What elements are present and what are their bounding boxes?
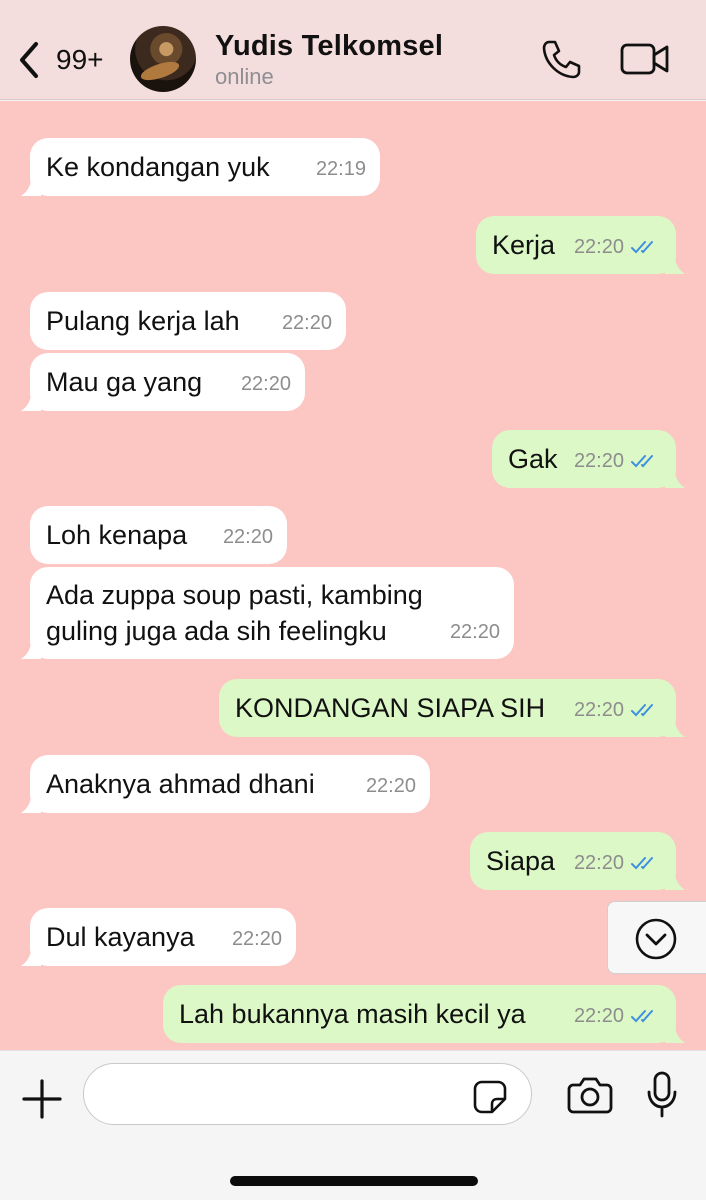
message-bubble-outgoing[interactable]: KONDANGAN SIAPA SIH 22:20 [219,679,685,737]
bubble-tail [665,1025,685,1043]
message-meta: 22:19 [316,151,366,187]
message-input[interactable] [83,1063,532,1125]
bubble-tail [21,641,41,659]
message-meta: 22:20 [241,366,291,402]
message-bubble-incoming[interactable]: Pulang kerja lah 22:20 [30,292,346,350]
message-time: 22:20 [365,775,416,797]
message-bubble-outgoing[interactable]: Kerja 22:20 [476,216,685,274]
message-time: 22:20 [573,852,624,874]
message-time: 22:20 [449,621,500,643]
voice-call-button[interactable] [540,38,582,80]
bubble-tail [665,256,685,274]
bubble-tail [665,872,685,890]
camera-button[interactable] [567,1075,613,1115]
message-bubble-outgoing[interactable]: Gak 22:20 [492,430,685,488]
message-time: 22:20 [222,526,273,548]
phone-icon [542,40,581,79]
home-indicator[interactable] [230,1176,478,1186]
message-bubble-incoming[interactable]: Ke kondangan yuk 22:19 [21,138,380,196]
message-meta: 22:20 [574,998,660,1034]
message-bubble-outgoing[interactable]: Lah bukannya masih kecil ya 22:20 [163,985,685,1043]
message-bubble-outgoing[interactable]: Siapa 22:20 [470,832,685,890]
message-meta: 22:20 [574,229,660,265]
bubble-tail [21,795,41,813]
back-button[interactable] [14,38,44,82]
message-meta: 22:20 [232,921,282,957]
sticker-icon [473,1080,507,1114]
bubble-tail [665,470,685,488]
chat-header: 99+ Yudis Telkomsel online [0,0,706,100]
bubble-tail [21,393,41,411]
attach-button[interactable] [20,1077,64,1121]
sticker-button[interactable] [472,1079,508,1115]
read-ticks-icon [631,241,653,254]
chevron-down-circle-icon [635,918,677,960]
read-ticks-icon [631,704,653,717]
scroll-to-bottom-button[interactable] [607,901,706,974]
message-time: 22:20 [240,373,291,395]
bubble-tail [21,948,41,966]
message-bubble-incoming[interactable]: Ada zuppa soup pasti, kambing guling jug… [21,567,514,659]
plus-icon [22,1079,62,1119]
message-time: 22:19 [315,158,366,180]
message-text: Anaknya ahmad dhani [46,769,315,799]
message-time: 22:20 [281,312,332,334]
microphone-button[interactable] [645,1071,679,1119]
message-bubble-incoming[interactable]: Dul kayanya 22:20 [21,908,296,966]
unread-count[interactable]: 99+ [56,44,104,76]
message-time: 22:20 [573,450,624,472]
chevron-left-icon [20,42,38,78]
message-meta: 22:20 [574,692,660,728]
avatar[interactable] [130,26,196,92]
video-camera-icon [620,43,669,75]
message-meta: 22:20 [282,305,332,341]
bubble-tail [21,178,41,196]
contact-status: online [215,64,274,89]
message-time: 22:20 [573,1005,624,1027]
video-call-button[interactable] [620,42,670,76]
message-composer [0,1050,706,1200]
message-time: 22:20 [231,928,282,950]
read-ticks-icon [631,1010,653,1023]
bubble-tail [665,719,685,737]
read-ticks-icon [631,455,653,468]
camera-icon [567,1077,613,1114]
read-ticks-icon [631,857,653,870]
message-meta: 22:20 [574,845,660,881]
message-time: 22:20 [573,699,624,721]
message-bubble-incoming[interactable]: Mau ga yang 22:20 [21,353,305,411]
message-text: Ada zuppa soup pasti, kambing guling jug… [46,580,423,646]
microphone-icon [647,1071,677,1118]
message-meta: 22:20 [366,768,416,804]
message-bubble-incoming[interactable]: Loh kenapa 22:20 [30,506,287,564]
message-meta: 22:20 [574,443,660,479]
contact-name[interactable]: Yudis Telkomsel [215,30,443,63]
message-meta: 22:20 [223,519,273,555]
message-bubble-incoming[interactable]: Anaknya ahmad dhani 22:20 [21,755,430,813]
message-time: 22:20 [573,236,624,258]
chat-area[interactable]: Ke kondangan yuk 22:19 Kerja 22:20 Pulan… [0,101,706,1050]
message-meta: 22:20 [450,614,500,650]
